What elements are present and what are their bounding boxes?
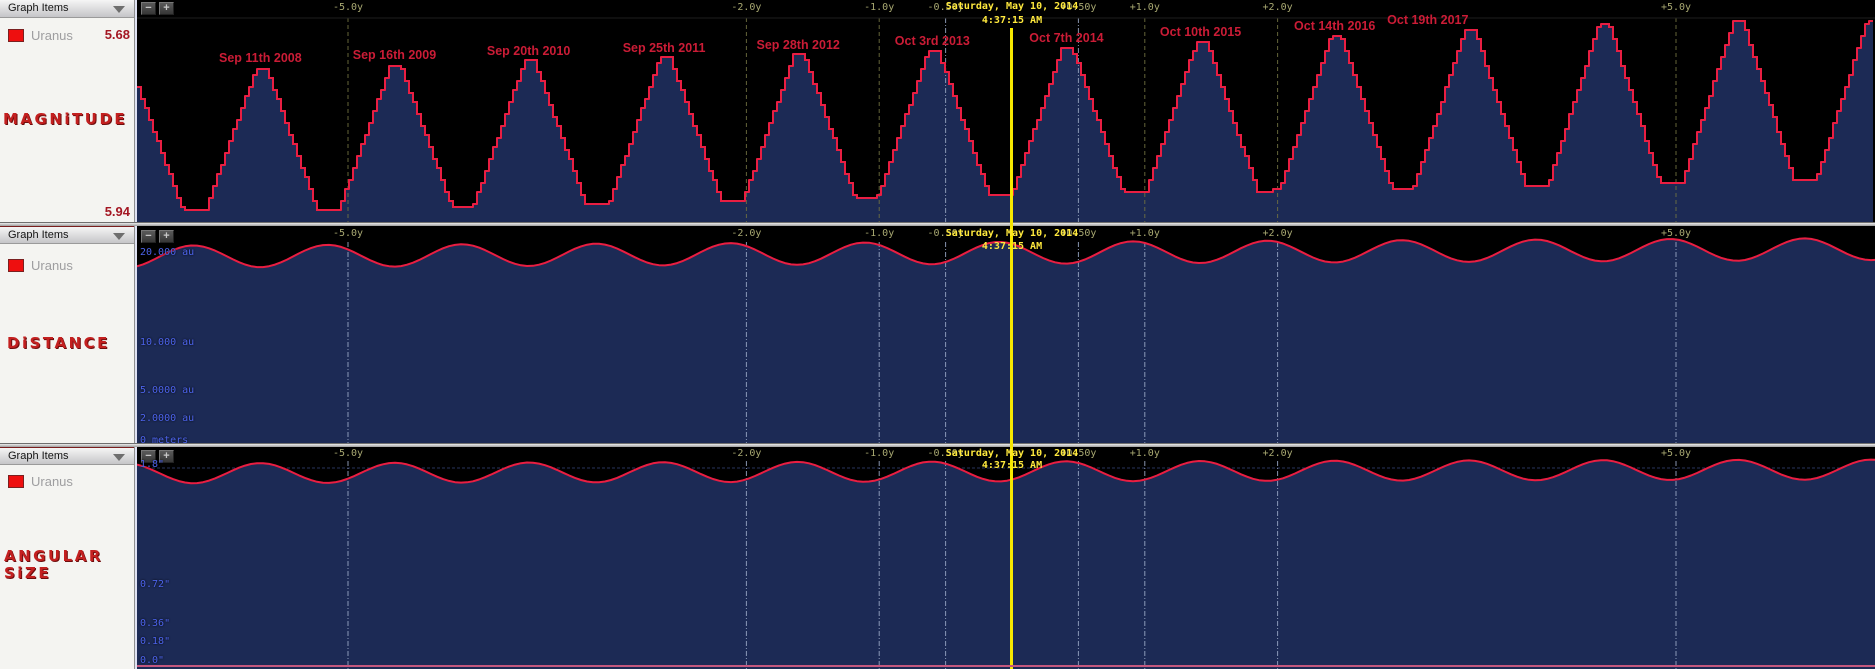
y-axis-label: 2.0000 au: [140, 413, 194, 424]
now-date-label: Saturday, May 10, 2014: [912, 1, 1112, 12]
time-tick-label: -5.0y: [320, 2, 376, 13]
sidebar-magnitude: Graph Items Uranus 5.68 MAGNiTUDE 5.94: [0, 0, 135, 222]
time-tick-label: -1.0y: [851, 448, 907, 459]
time-tick-label: +5.0y: [1648, 448, 1704, 459]
graph-items-title: Graph Items: [8, 2, 69, 14]
opposition-date-label: Oct 3rd 2013: [872, 34, 992, 48]
time-tick-label: -5.0y: [320, 228, 376, 239]
y-axis-label: 0.36": [140, 618, 170, 629]
time-tick-label: -1.0y: [851, 2, 907, 13]
panel-title-angular-size-line2: SiZE: [4, 564, 51, 582]
y-axis-label: 0.18": [140, 636, 170, 647]
series-color-swatch: [8, 29, 24, 42]
time-tick-label: +5.0y: [1648, 2, 1704, 13]
graph-items-header[interactable]: Graph Items: [0, 0, 134, 18]
time-tick-label: +5.0y: [1648, 228, 1704, 239]
chevron-down-icon: [113, 6, 125, 13]
opposition-date-label: Sep 25th 2011: [604, 41, 724, 55]
time-tick-label: -5.0y: [320, 448, 376, 459]
time-tick-label: +2.0y: [1250, 448, 1306, 459]
y-axis-label: 20.000 au: [140, 247, 194, 258]
panel-title-angular-size: ANGULAR: [4, 547, 103, 565]
legend-item-uranus[interactable]: Uranus: [8, 473, 73, 487]
y-axis-label: 1.8": [140, 459, 164, 470]
graph-items-title: Graph Items: [8, 229, 69, 241]
legend-item-uranus[interactable]: Uranus: [8, 27, 73, 41]
magnitude-chart: −+-5.0y-2.0y-1.0y-0.50y+0.50y+1.0y+2.0y+…: [135, 0, 1875, 222]
distance-chart: −+-5.0y-2.0y-1.0y-0.50y+0.50y+1.0y+2.0y+…: [135, 226, 1875, 443]
y-axis-label: 5.0000 au: [140, 385, 194, 396]
now-date-label: Saturday, May 10, 2014: [912, 448, 1112, 459]
now-time-label: 4:37:15 AM: [912, 15, 1112, 26]
angular-size-chart: −+-5.0y-2.0y-1.0y-0.50y+0.50y+1.0y+2.0y+…: [135, 447, 1875, 669]
series-color-swatch: [8, 475, 24, 488]
legend-item-uranus[interactable]: Uranus: [8, 257, 73, 271]
panel-title-magnitude: MAGNiTUDE: [3, 110, 127, 128]
opposition-date-label: Oct 7th 2014: [1006, 31, 1126, 45]
y-axis-label: 0.72": [140, 579, 170, 590]
now-date-label: Saturday, May 10, 2014: [912, 228, 1112, 239]
time-tick-label: -1.0y: [851, 228, 907, 239]
time-tick-label: +1.0y: [1117, 448, 1173, 459]
time-tick-label: -2.0y: [718, 448, 774, 459]
opposition-date-label: Sep 11th 2008: [200, 51, 320, 65]
opposition-date-label: Oct 19th 2017: [1368, 13, 1488, 27]
time-tick-label: +2.0y: [1250, 228, 1306, 239]
chevron-down-icon: [113, 454, 125, 461]
now-time-label: 4:37:15 AM: [912, 460, 1112, 471]
magnitude-min-value: 5.94: [105, 204, 130, 219]
y-axis-label: 10.000 au: [140, 337, 194, 348]
sidebar-distance: Graph Items Uranus DiSTANCE: [0, 226, 135, 443]
series-color-swatch: [8, 259, 24, 272]
opposition-date-label: Sep 16th 2009: [334, 48, 454, 62]
time-tick-label: +1.0y: [1117, 228, 1173, 239]
time-tick-label: +1.0y: [1117, 2, 1173, 13]
graph-items-title: Graph Items: [8, 450, 69, 462]
series-label: Uranus: [31, 258, 73, 273]
series-label: Uranus: [31, 474, 73, 489]
zoom-in-button[interactable]: +: [159, 2, 174, 15]
zoom-out-button[interactable]: −: [141, 2, 156, 15]
graph-items-header[interactable]: Graph Items: [0, 447, 134, 465]
time-tick-label: +2.0y: [1250, 2, 1306, 13]
now-time-label: 4:37:15 AM: [912, 241, 1112, 252]
chevron-down-icon: [113, 233, 125, 240]
zoom-in-button[interactable]: +: [159, 230, 174, 243]
baseline-marker: [137, 665, 1875, 667]
panel-title-distance: DiSTANCE: [7, 334, 110, 352]
time-tick-label: -2.0y: [718, 2, 774, 13]
zoom-out-button[interactable]: −: [141, 230, 156, 243]
graph-window: Graph Items Uranus 5.68 MAGNiTUDE 5.94 −…: [0, 0, 1875, 669]
graph-items-header[interactable]: Graph Items: [0, 226, 134, 244]
angular-size-plot: [137, 447, 1875, 669]
opposition-date-label: Oct 10th 2015: [1141, 25, 1261, 39]
distance-plot: [137, 226, 1875, 443]
sidebar-angular-size: Graph Items Uranus ANGULAR SiZE: [0, 447, 135, 669]
time-tick-label: -2.0y: [718, 228, 774, 239]
opposition-date-label: Sep 20th 2010: [469, 44, 589, 58]
series-label: Uranus: [31, 28, 73, 43]
opposition-date-label: Sep 28th 2012: [738, 38, 858, 52]
magnitude-max-value: 5.68: [105, 27, 130, 42]
